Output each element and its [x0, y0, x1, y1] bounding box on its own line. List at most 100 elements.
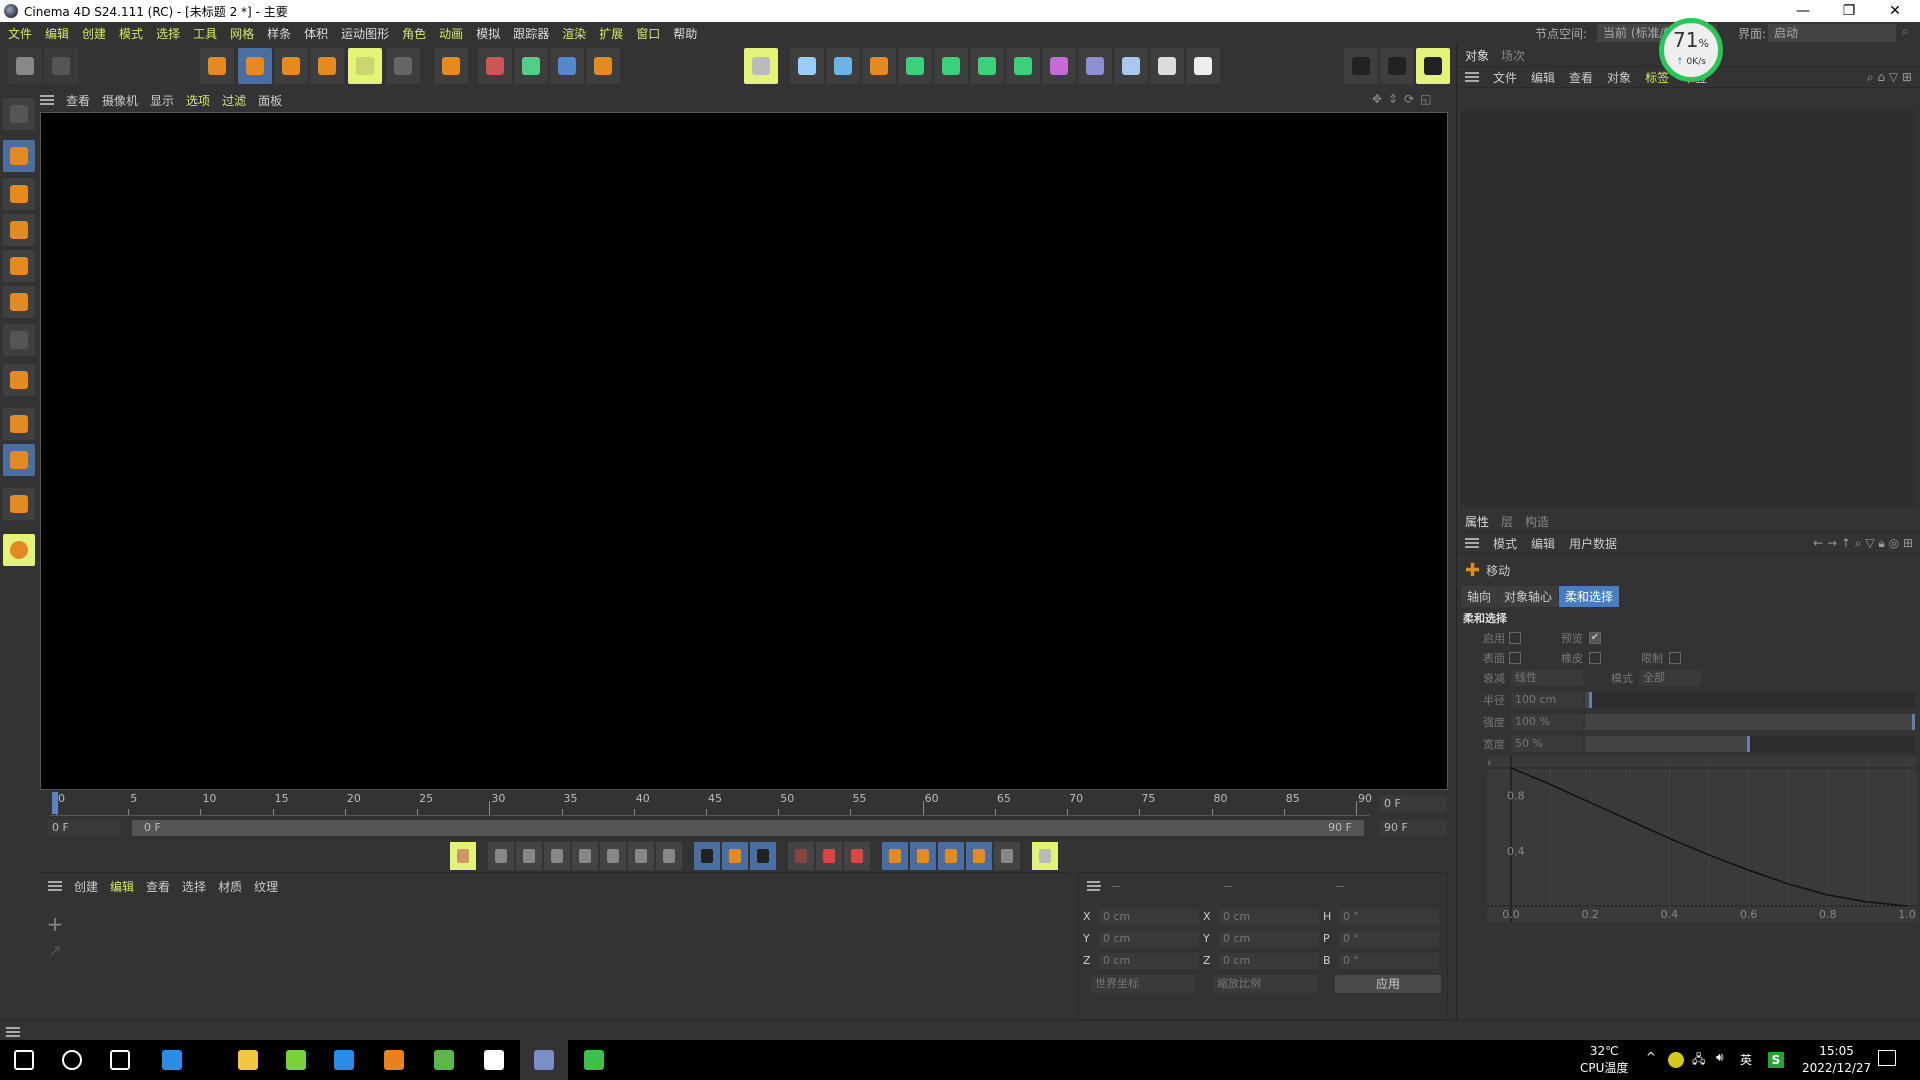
attributes-menu-item[interactable]: 用户数据	[1569, 535, 1617, 552]
material-menu-item[interactable]: 编辑	[110, 878, 134, 895]
menu-item[interactable]: 跟踪器	[513, 25, 549, 42]
network-icon[interactable]: 🖧︎	[1692, 1050, 1705, 1071]
attribute-subtab[interactable]: 柔和选择	[1559, 586, 1620, 607]
start-taskbar-button[interactable]	[0, 1040, 48, 1080]
menu-item[interactable]: 编辑	[45, 25, 69, 42]
mode-select[interactable]: 全部	[1639, 670, 1701, 686]
viewport-menu-item[interactable]: 选项	[186, 92, 210, 109]
green-browser-taskbar-button[interactable]	[272, 1040, 320, 1080]
expand-chevron-icon[interactable]: ›	[1487, 756, 1491, 769]
render-view-button[interactable]	[1344, 48, 1378, 84]
render-region-button[interactable]	[744, 48, 778, 84]
ime-indicator[interactable]: 英	[1740, 1051, 1752, 1068]
object-manager-menu-item[interactable]: 编辑	[1531, 69, 1555, 86]
show-hidden-icons[interactable]: ^	[1646, 1050, 1656, 1064]
go-to-end-button[interactable]	[656, 842, 682, 870]
search-circle-taskbar-button[interactable]	[48, 1040, 96, 1080]
up-arrow-icon[interactable]: ↑	[1841, 536, 1851, 550]
attribute-subtab[interactable]: 轴向	[1461, 586, 1498, 607]
viewport-menu-item[interactable]: 查看	[66, 92, 90, 109]
polygon-mode-button[interactable]	[3, 286, 35, 318]
filter-icon[interactable]: ▽	[1889, 70, 1898, 84]
key-pla-button[interactable]	[994, 842, 1020, 870]
object-manager-tab[interactable]: 场次	[1501, 47, 1525, 64]
radius-slider[interactable]	[1585, 692, 1915, 708]
coord-field[interactable]: 0 cm	[1099, 931, 1199, 947]
end-frame-field[interactable]: 90 F	[1380, 820, 1446, 836]
object-manager-menu-item[interactable]: 文件	[1493, 69, 1517, 86]
material-menu-item[interactable]: 选择	[182, 878, 206, 895]
menu-item[interactable]: 动画	[439, 25, 463, 42]
coord-field[interactable]: 0 °	[1339, 931, 1439, 947]
material-menu-item[interactable]: 材质	[218, 878, 242, 895]
object-list[interactable]	[1461, 110, 1917, 508]
viewport[interactable]	[40, 112, 1448, 790]
material-menu-item[interactable]: 纹理	[254, 878, 278, 895]
record-button[interactable]	[788, 842, 814, 870]
cube-button[interactable]	[826, 48, 860, 84]
coord-field[interactable]: 0 cm	[1099, 953, 1199, 969]
move-button[interactable]	[238, 48, 272, 84]
key-rotation-button[interactable]	[910, 842, 936, 870]
x-axis-button[interactable]	[478, 48, 512, 84]
axis-move-button[interactable]	[434, 48, 468, 84]
camera-button[interactable]	[1150, 48, 1184, 84]
null-object-button[interactable]	[790, 48, 824, 84]
coord-field[interactable]: 0 cm	[1219, 953, 1319, 969]
play-button[interactable]	[572, 842, 598, 870]
current-frame-field[interactable]: 0 F	[1380, 796, 1446, 812]
material-menu-item[interactable]: 创建	[74, 878, 98, 895]
next-key-button[interactable]	[628, 842, 654, 870]
fan-app-taskbar-button[interactable]	[96, 1040, 144, 1080]
viewport-menu-item[interactable]: 显示	[150, 92, 174, 109]
workplane-button[interactable]	[3, 408, 35, 440]
coord-field[interactable]: 0 °	[1339, 953, 1439, 969]
clock[interactable]: 15:05 2022/12/27	[1802, 1043, 1871, 1077]
subdivision-button[interactable]	[898, 48, 932, 84]
motion-system-button[interactable]	[1032, 842, 1058, 870]
strength-slider[interactable]	[1585, 714, 1915, 730]
new-window-icon[interactable]: ⊞	[1903, 536, 1913, 550]
solo-button[interactable]	[3, 534, 35, 566]
cloner-button[interactable]	[970, 48, 1004, 84]
playhead[interactable]	[52, 792, 58, 814]
deformer-button[interactable]	[1042, 48, 1076, 84]
pen-spline-button[interactable]	[862, 48, 896, 84]
viewport-menu-item[interactable]: 过滤	[222, 92, 246, 109]
menu-item[interactable]: 扩展	[599, 25, 623, 42]
width-slider[interactable]	[1585, 736, 1915, 752]
wechat-taskbar-button[interactable]	[570, 1040, 618, 1080]
sound-button[interactable]	[750, 842, 776, 870]
keyframe-button[interactable]	[450, 842, 476, 870]
undo-button[interactable]	[8, 48, 42, 84]
live-selection-button[interactable]	[200, 48, 234, 84]
menu-icon[interactable]	[48, 881, 62, 891]
loop-button[interactable]	[694, 842, 720, 870]
filter-icon[interactable]: ▽	[1865, 536, 1874, 550]
performance-gauge[interactable]: 71% ↑ 0K/s	[1659, 18, 1723, 82]
viewport-menu-icon[interactable]	[40, 95, 54, 105]
volume-icon[interactable]: 🔊︎	[1716, 1050, 1724, 1065]
attributes-tab[interactable]: 构造	[1525, 513, 1549, 530]
360-security-icon[interactable]	[1668, 1052, 1684, 1068]
menu-item[interactable]: 运动图形	[341, 25, 389, 42]
uv-mode-button[interactable]	[3, 324, 35, 356]
menu-item[interactable]: 角色	[402, 25, 426, 42]
search-icon[interactable]: ⌕	[1855, 536, 1862, 550]
strength-field[interactable]: 100 %	[1511, 714, 1583, 730]
menu-icon[interactable]	[1465, 72, 1479, 82]
object-manager-menu-item[interactable]: 对象	[1607, 69, 1631, 86]
back-arrow-icon[interactable]: ←	[1813, 536, 1823, 550]
floor-button[interactable]	[1114, 48, 1148, 84]
mograph-cubes-button[interactable]	[1006, 48, 1040, 84]
render-settings-button[interactable]	[1416, 48, 1450, 84]
falloff-curve-graph[interactable]: 0.0 0.2 0.4 0.6 0.8 1.0 0.8 0.4 ›	[1487, 756, 1917, 922]
lock-icon[interactable]: 🔒︎	[1878, 536, 1884, 550]
target-icon[interactable]: ◎	[1889, 536, 1899, 550]
menu-item[interactable]: 选择	[156, 25, 180, 42]
coord-field[interactable]: 0 cm	[1219, 909, 1319, 925]
rotate-button[interactable]	[274, 48, 308, 84]
redo-button[interactable]	[44, 48, 78, 84]
light-button[interactable]	[1186, 48, 1220, 84]
width-field[interactable]: 50 %	[1511, 736, 1583, 752]
